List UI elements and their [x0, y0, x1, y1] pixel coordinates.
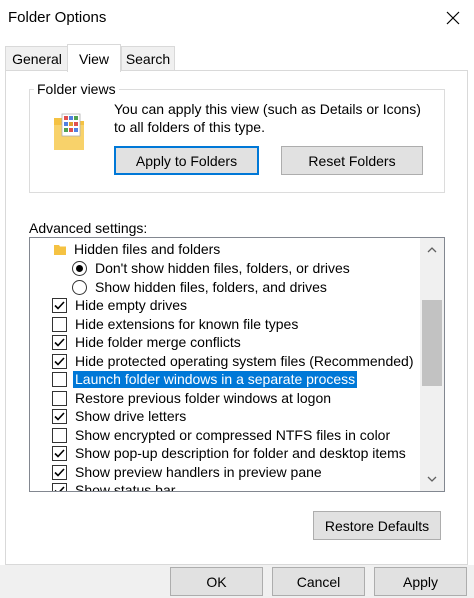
checkbox[interactable]: [52, 483, 67, 491]
list-item-label: Hidden files and folders: [74, 241, 221, 257]
list-item-label: Hide extensions for known file types: [75, 316, 299, 332]
list-item-label: Hide folder merge conflicts: [75, 334, 241, 350]
checkmark-icon: [54, 486, 65, 491]
list-item-label-selected: Launch folder windows in a separate proc…: [73, 371, 358, 388]
list-item-label: Hide empty drives: [75, 297, 188, 313]
tab-view[interactable]: View: [67, 44, 121, 72]
list-item[interactable]: Show drive letters: [30, 407, 422, 426]
list-item-label: Show hidden files, folders, and drives: [95, 279, 327, 295]
checkmark-icon: [54, 301, 65, 310]
tab-general[interactable]: General: [5, 46, 69, 70]
checkbox[interactable]: [52, 446, 67, 461]
list-item[interactable]: Show status bar: [30, 481, 422, 492]
list-item-label: Hide protected operating system files (R…: [75, 353, 414, 369]
list-item[interactable]: Hide empty drives: [30, 296, 422, 315]
checkbox[interactable]: [52, 335, 67, 350]
ok-button[interactable]: OK: [170, 567, 263, 596]
scrollbar-thumb[interactable]: [422, 300, 442, 386]
checkbox[interactable]: [52, 409, 67, 424]
chevron-down-icon: [427, 476, 437, 482]
list-item[interactable]: Launch folder windows in a separate proc…: [30, 370, 422, 389]
list-item-label: Show status bar: [75, 482, 176, 492]
reset-folders-button[interactable]: Reset Folders: [281, 146, 423, 175]
list-item[interactable]: Show pop-up description for folder and d…: [30, 444, 422, 463]
checkbox[interactable]: [52, 372, 67, 387]
list-item[interactable]: Don't show hidden files, folders, or dri…: [30, 259, 422, 278]
radio-button[interactable]: [72, 261, 87, 276]
advanced-settings-label: Advanced settings:: [29, 220, 148, 236]
list-item: Hidden files and folders: [30, 240, 422, 259]
folder-views-description: You can apply this view (such as Details…: [114, 101, 421, 135]
checkbox[interactable]: [52, 354, 67, 369]
radio-dot: [76, 265, 83, 272]
tab-search[interactable]: Search: [121, 46, 175, 70]
checkmark-icon: [54, 449, 65, 458]
apply-to-folders-button[interactable]: Apply to Folders: [114, 146, 259, 175]
checkmark-icon: [54, 357, 65, 366]
list-item-label: Show drive letters: [75, 408, 187, 424]
cancel-button[interactable]: Cancel: [272, 567, 365, 596]
list-item-label: Don't show hidden files, folders, or dri…: [95, 260, 350, 276]
apply-button[interactable]: Apply: [374, 567, 467, 596]
list-item-label: Show encrypted or compressed NTFS files …: [75, 427, 391, 443]
list-item[interactable]: Show encrypted or compressed NTFS files …: [30, 426, 422, 445]
folder-views-label: Folder views: [34, 81, 119, 97]
list-item[interactable]: Hide protected operating system files (R…: [30, 352, 422, 371]
checkbox[interactable]: [52, 428, 67, 443]
folder-views-icon: [54, 113, 84, 150]
checkmark-icon: [54, 412, 65, 421]
close-button[interactable]: [436, 4, 470, 32]
checkmark-icon: [54, 338, 65, 347]
folder-icon: [54, 245, 66, 255]
list-item-label: Restore previous folder windows at logon: [75, 390, 332, 406]
chevron-up-icon: [427, 247, 437, 253]
radio-button[interactable]: [72, 280, 87, 295]
list-item[interactable]: Hide folder merge conflicts: [30, 333, 422, 352]
advanced-settings-list[interactable]: Hidden files and folders Don't show hidd…: [29, 237, 445, 492]
close-icon: [446, 11, 460, 25]
scroll-down-button[interactable]: [420, 467, 444, 491]
list-item-label: Show pop-up description for folder and d…: [75, 445, 406, 461]
checkmark-icon: [54, 468, 65, 477]
checkbox[interactable]: [52, 465, 67, 480]
list-item[interactable]: Show hidden files, folders, and drives: [30, 278, 422, 297]
window-title: Folder Options: [8, 9, 107, 26]
restore-defaults-button[interactable]: Restore Defaults: [313, 511, 441, 540]
checkbox[interactable]: [52, 298, 67, 313]
scroll-up-button[interactable]: [420, 238, 444, 262]
list-item[interactable]: Restore previous folder windows at logon: [30, 389, 422, 408]
list-item[interactable]: Show preview handlers in preview pane: [30, 463, 422, 482]
list-item-label: Show preview handlers in preview pane: [75, 464, 322, 480]
list-item[interactable]: Hide extensions for known file types: [30, 315, 422, 334]
checkbox[interactable]: [52, 391, 67, 406]
checkbox[interactable]: [52, 317, 67, 332]
